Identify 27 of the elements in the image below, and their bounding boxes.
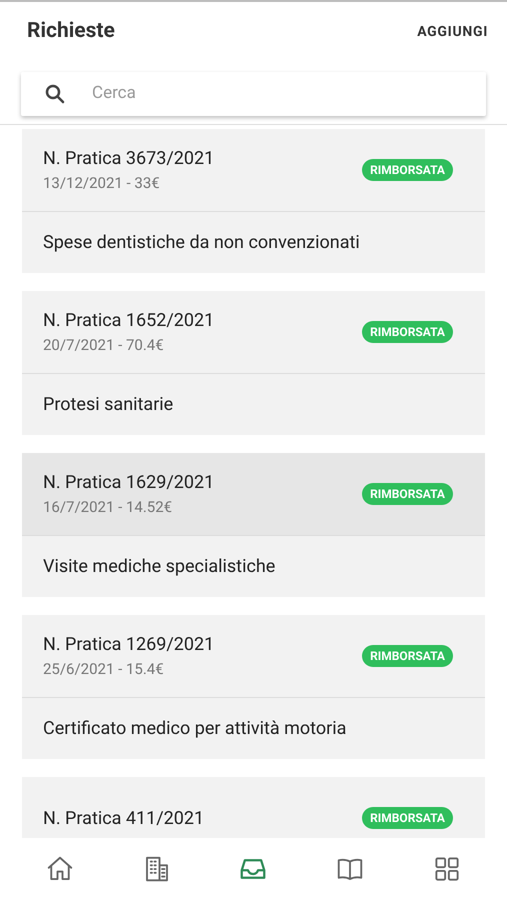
request-description: Visite mediche specialistiche — [43, 555, 276, 579]
request-description: Certificato medico per attività motoria — [43, 717, 346, 741]
request-date-amount: 20/7/2021 - 70.4€ — [43, 335, 165, 356]
request-card[interactable]: N. Pratica 1629/2021 16/7/2021 - 14.52€ RIMBORSATA Visite mediche specialistiche — [22, 453, 485, 597]
request-description: Protesi sanitarie — [43, 393, 174, 417]
request-number: N. Pratica 1629/2021 — [43, 471, 214, 496]
search-field[interactable]: Cerca — [92, 81, 464, 107]
request-date-amount: 25/6/2021 - 15.4€ — [43, 659, 165, 680]
add-button[interactable]: AGGIUNGI — [417, 22, 488, 42]
request-card[interactable]: N. Pratica 1269/2021 25/6/2021 - 15.4€ RIMBORSATA Certificato medico per attività motoria — [22, 615, 485, 759]
status-badge: RIMBORSATA — [362, 645, 453, 667]
status-badge: RIMBORSATA — [362, 321, 453, 343]
request-card[interactable]: N. Pratica 3673/2021 13/12/2021 - 33€ RIMBORSATA Spese dentistiche da non convenzionati — [22, 129, 485, 273]
request-date-amount: 16/7/2021 - 14.52€ — [43, 497, 174, 518]
request-number: N. Pratica 1652/2021 — [43, 309, 214, 334]
status-badge: RIMBORSATA — [362, 483, 453, 505]
status-badge: RIMBORSATA — [362, 807, 453, 829]
page-title: Richieste — [27, 18, 115, 46]
request-card[interactable]: N. Pratica 1652/2021 20/7/2021 - 70.4€ RIMBORSATA Protesi sanitarie — [22, 291, 485, 435]
status-badge: RIMBORSATA — [362, 159, 453, 181]
request-card[interactable]: N. Pratica 411/2021 RIMBORSATA — [22, 777, 485, 838]
request-description: Spese dentistiche da non convenzionati — [43, 231, 360, 255]
request-number: N. Pratica 3673/2021 — [43, 147, 214, 172]
search-icon — [43, 82, 67, 106]
request-number: N. Pratica 411/2021 — [43, 806, 204, 830]
request-date-amount: 13/12/2021 - 33€ — [43, 173, 161, 194]
request-number: N. Pratica 1269/2021 — [43, 633, 214, 658]
